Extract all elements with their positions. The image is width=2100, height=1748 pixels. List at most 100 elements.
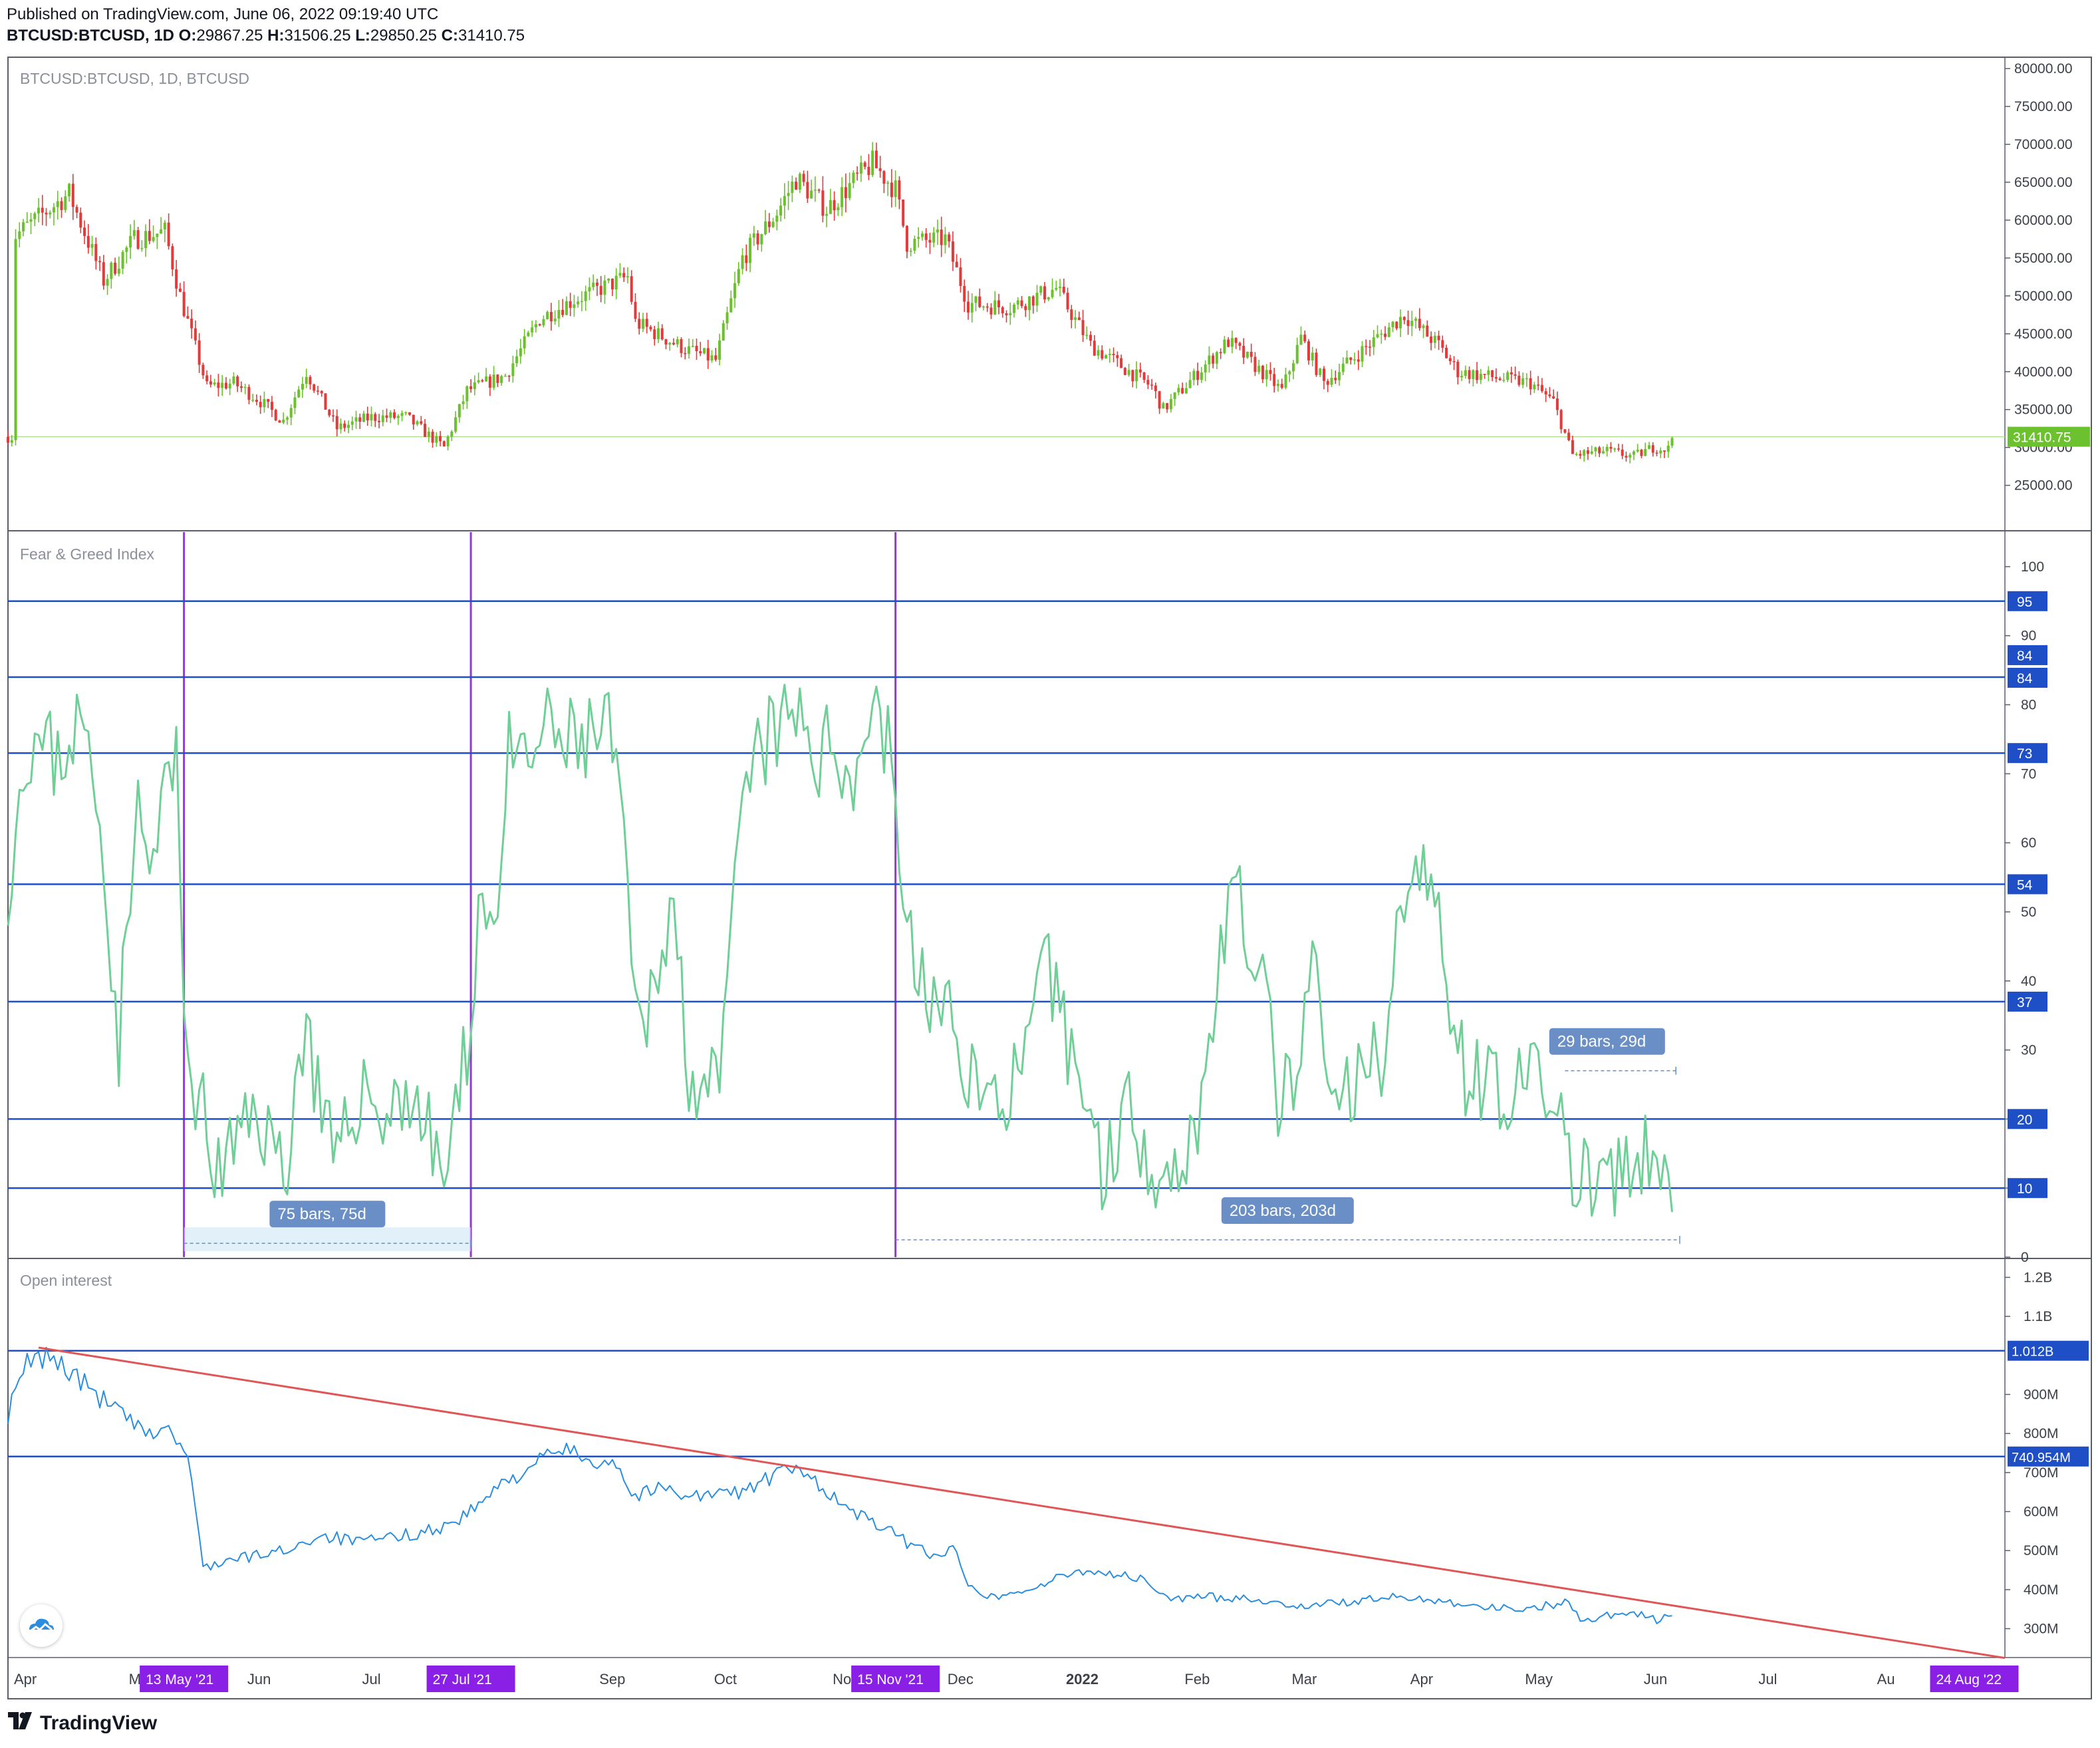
candle bbox=[1242, 345, 1246, 358]
candle bbox=[1617, 448, 1620, 450]
chart-canvas[interactable]: 25000.0030000.0035000.0040000.0045000.00… bbox=[0, 0, 2100, 1748]
candle bbox=[1395, 321, 1398, 329]
candle bbox=[1666, 445, 1670, 452]
candle bbox=[1097, 350, 1100, 356]
candle bbox=[1062, 287, 1065, 293]
candle bbox=[997, 300, 1001, 307]
candle bbox=[1445, 347, 1448, 359]
candle bbox=[1380, 333, 1383, 335]
candle bbox=[1154, 385, 1157, 392]
candle bbox=[175, 269, 178, 289]
candle bbox=[1422, 325, 1425, 329]
time-tick-label: Au bbox=[1877, 1671, 1895, 1687]
candle bbox=[450, 431, 454, 437]
candle bbox=[703, 348, 706, 354]
candle bbox=[1365, 346, 1368, 347]
cloud-icon bbox=[29, 1618, 54, 1632]
candle bbox=[1498, 378, 1502, 380]
candle bbox=[664, 339, 668, 345]
candle bbox=[978, 296, 982, 307]
candle bbox=[301, 384, 304, 390]
candle bbox=[1357, 359, 1360, 362]
candle bbox=[1158, 391, 1161, 409]
time-tick-label: Oct bbox=[714, 1671, 737, 1687]
candle bbox=[531, 327, 534, 333]
candle bbox=[182, 291, 186, 317]
candle bbox=[634, 301, 637, 319]
candle bbox=[160, 229, 163, 234]
price-tick-label: 75000.00 bbox=[2014, 99, 2073, 114]
candle bbox=[1625, 456, 1628, 458]
candle bbox=[289, 408, 293, 418]
candle bbox=[1583, 450, 1586, 456]
candle bbox=[274, 410, 277, 421]
candle bbox=[251, 400, 255, 401]
oi-level-label: 1.012B bbox=[2012, 1345, 2053, 1360]
tradingview-brand[interactable]: TradingView bbox=[8, 1712, 157, 1735]
tradingview-float-button[interactable] bbox=[20, 1604, 63, 1647]
price-tick-label: 65000.00 bbox=[2014, 175, 2073, 190]
candle bbox=[1601, 451, 1605, 454]
candle bbox=[435, 436, 438, 443]
candle bbox=[1349, 357, 1353, 361]
candle bbox=[511, 363, 515, 376]
candle bbox=[588, 287, 591, 292]
brand-name: TradingView bbox=[40, 1712, 158, 1734]
candle bbox=[255, 400, 258, 402]
candle bbox=[1636, 450, 1639, 452]
candle bbox=[350, 421, 354, 425]
candle bbox=[186, 316, 190, 319]
candle bbox=[737, 269, 740, 283]
candle bbox=[152, 237, 155, 241]
candle bbox=[439, 436, 442, 442]
candle bbox=[1212, 355, 1215, 364]
candle bbox=[1479, 374, 1482, 380]
candle bbox=[1341, 363, 1345, 372]
candle bbox=[1162, 403, 1165, 409]
candle bbox=[993, 300, 997, 315]
range-label: 203 bars, 203d bbox=[1230, 1202, 1336, 1220]
candle bbox=[1337, 372, 1341, 380]
candle bbox=[852, 172, 855, 184]
candle bbox=[14, 239, 17, 440]
candle bbox=[1016, 300, 1019, 305]
candle bbox=[461, 401, 465, 404]
candle bbox=[1433, 335, 1436, 343]
candle bbox=[764, 221, 767, 235]
candle bbox=[515, 356, 519, 364]
candle bbox=[396, 416, 400, 418]
price-tick-label: 55000.00 bbox=[2014, 251, 2073, 266]
candle bbox=[1181, 388, 1184, 394]
candle bbox=[297, 389, 301, 398]
candle bbox=[1184, 388, 1188, 394]
range-shade bbox=[184, 1227, 471, 1252]
candle bbox=[1487, 370, 1490, 375]
candle bbox=[1265, 370, 1268, 380]
candle bbox=[940, 229, 943, 245]
candle bbox=[1406, 320, 1410, 327]
candle bbox=[584, 291, 587, 301]
oi-level-label: 740.954M bbox=[2012, 1451, 2071, 1465]
candle bbox=[102, 262, 105, 286]
candle bbox=[293, 397, 297, 408]
candle bbox=[1093, 341, 1096, 356]
candle bbox=[378, 420, 381, 422]
candle bbox=[886, 182, 890, 184]
candle bbox=[503, 375, 507, 377]
candle bbox=[1208, 355, 1211, 364]
oi-tick-label: 500M bbox=[2024, 1543, 2059, 1558]
candle bbox=[1391, 321, 1394, 328]
candle bbox=[60, 201, 63, 210]
fng-tick-label: 80 bbox=[2021, 698, 2036, 713]
candle bbox=[641, 319, 644, 329]
candle bbox=[33, 213, 37, 219]
candle bbox=[714, 355, 718, 360]
candle bbox=[247, 386, 251, 400]
candle bbox=[1315, 353, 1318, 375]
candle bbox=[1456, 361, 1460, 378]
candle bbox=[1334, 378, 1337, 380]
candle bbox=[213, 382, 216, 385]
candle bbox=[844, 187, 847, 198]
candle bbox=[787, 193, 790, 196]
candle bbox=[98, 261, 102, 263]
